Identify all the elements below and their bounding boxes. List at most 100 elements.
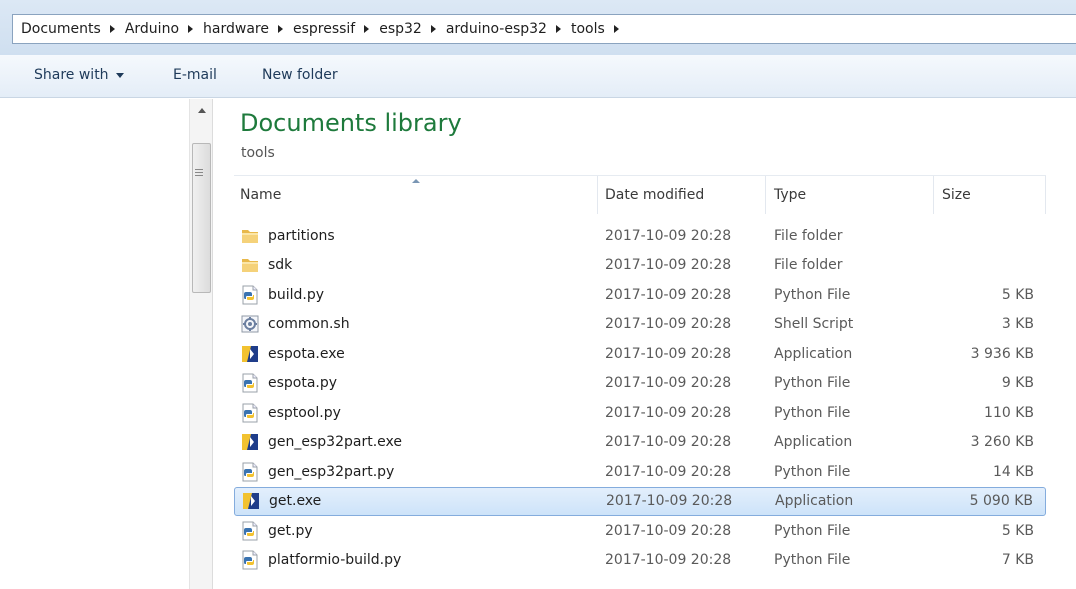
file-date: 2017-10-09 20:28 [605,375,732,392]
breadcrumb-arrow-icon[interactable] [430,25,436,33]
file-size: 110 KB [984,404,1034,421]
file-row[interactable]: sdk 2017-10-09 20:28 File folder [234,251,1046,281]
application-icon [240,432,260,452]
file-type: Python File [774,286,851,303]
file-size: 5 KB [1001,522,1034,539]
file-type: Python File [774,404,851,421]
file-type: Python File [774,522,851,539]
breadcrumb-arrow-icon[interactable] [188,25,194,33]
new-folder-label: New folder [262,67,338,83]
column-header-name[interactable]: Name [234,176,598,214]
breadcrumb-item[interactable]: tools [571,21,629,37]
file-row[interactable]: build.py 2017-10-09 20:28 Python File 5 KB [234,280,1046,310]
navigation-pane[interactable] [0,99,189,589]
file-date: 2017-10-09 20:28 [605,552,732,569]
scroll-up-arrow-icon[interactable] [198,108,206,113]
breadcrumb-label: arduino-esp32 [445,21,547,37]
file-size: 14 KB [992,463,1034,480]
breadcrumb-item[interactable]: hardware [203,21,293,37]
column-header-date[interactable]: Date modified [598,176,766,214]
file-row[interactable]: espota.exe 2017-10-09 20:28 Application 3 9… [234,339,1046,369]
file-type: Python File [774,375,851,392]
file-name-cell: esptool.py [240,403,341,423]
file-row[interactable]: gen_esp32part.exe 2017-10-09 20:28 Applica… [234,428,1046,458]
scrollbar-thumb[interactable] [192,143,211,293]
email-button[interactable]: E-mail [173,67,217,83]
file-size: 7 KB [1001,552,1034,569]
chevron-down-icon [115,72,124,78]
application-icon [241,491,261,511]
file-date: 2017-10-09 20:28 [605,404,732,421]
explorer-window: Documents Arduino hardware espressif esp32 ar… [0,0,1076,589]
file-name: partitions [268,227,335,244]
file-date: 2017-10-09 20:28 [605,434,732,451]
file-type: Python File [774,552,851,569]
file-name: esptool.py [268,404,341,421]
scrollbar-grip-icon [195,169,203,178]
file-name: platformio-build.py [268,552,402,569]
file-name-cell: gen_esp32part.py [240,462,394,482]
application-icon [240,344,260,364]
file-name-cell: get.exe [241,491,321,511]
file-type: Application [775,493,854,510]
file-size: 5 090 KB [969,493,1033,510]
breadcrumb-arrow-icon[interactable] [364,25,370,33]
sort-ascending-icon [412,179,420,183]
library-title: Documents library [240,109,462,137]
breadcrumb-label: Arduino [124,21,180,37]
breadcrumb-arrow-icon[interactable] [613,25,619,33]
file-list: partitions 2017-10-09 20:28 File folder sdk… [234,221,1046,575]
breadcrumb-arrow-icon[interactable] [555,25,561,33]
file-date: 2017-10-09 20:28 [605,522,732,539]
file-row[interactable]: esptool.py 2017-10-09 20:28 Python File 110… [234,398,1046,428]
share-with-button[interactable]: Share with [34,67,124,83]
breadcrumb-arrow-icon[interactable] [277,25,283,33]
file-date: 2017-10-09 20:28 [605,463,732,480]
file-name: sdk [268,257,293,274]
breadcrumb-item[interactable]: Documents [21,21,125,37]
new-folder-button[interactable]: New folder [262,67,338,83]
python-file-icon [240,403,260,423]
file-name: get.exe [269,493,322,510]
file-date: 2017-10-09 20:28 [605,227,732,244]
navigation-pane-scrollbar[interactable] [189,99,213,589]
file-date: 2017-10-09 20:28 [606,493,733,510]
column-size-label: Size [942,187,971,203]
folder-icon [240,255,260,275]
folder-icon [240,226,260,246]
breadcrumb-item[interactable]: Arduino [125,21,203,37]
file-row[interactable]: get.py 2017-10-09 20:28 Python File 5 KB [234,516,1046,546]
file-type: Shell Script [774,316,854,333]
breadcrumb-item[interactable]: espressif [293,21,379,37]
command-bar: Share with E-mail New folder [0,55,1076,98]
file-name-cell: common.sh [240,314,350,334]
breadcrumb-label: hardware [203,21,269,37]
breadcrumb-item[interactable]: esp32 [379,21,446,37]
column-header-type[interactable]: Type [766,176,934,214]
file-row[interactable]: platformio-build.py 2017-10-09 20:28 Pytho… [234,546,1046,576]
file-name: espota.exe [268,345,345,362]
breadcrumb-arrow-icon[interactable] [109,25,115,33]
file-list-pane: Documents library tools Name Date modifi… [214,99,1076,589]
file-row[interactable]: gen_esp32part.py 2017-10-09 20:28 Python F… [234,457,1046,487]
breadcrumb-label: Documents [21,21,101,37]
column-header-size[interactable]: Size [934,176,1046,214]
python-file-icon [240,462,260,482]
file-type: Application [774,345,853,362]
file-name-cell: espota.py [240,373,337,393]
file-size: 3 KB [1001,316,1034,333]
shell-script-icon [240,314,260,334]
file-date: 2017-10-09 20:28 [605,345,732,362]
file-type: Python File [774,463,851,480]
file-row[interactable]: get.exe 2017-10-09 20:28 Application 5 090 … [234,486,1046,516]
address-bar[interactable]: Documents Arduino hardware espressif esp32 ar… [12,14,1076,44]
file-size: 9 KB [1001,375,1034,392]
breadcrumb-item[interactable]: arduino-esp32 [446,21,571,37]
file-name-cell: gen_esp32part.exe [240,432,402,452]
file-row[interactable]: espota.py 2017-10-09 20:28 Python File 9 KB [234,369,1046,399]
python-file-icon [240,521,260,541]
file-row[interactable]: partitions 2017-10-09 20:28 File folder [234,221,1046,251]
file-row[interactable]: common.sh 2017-10-09 20:28 Shell Script 3 K… [234,310,1046,340]
file-name: get.py [268,522,313,539]
file-type: File folder [774,227,843,244]
